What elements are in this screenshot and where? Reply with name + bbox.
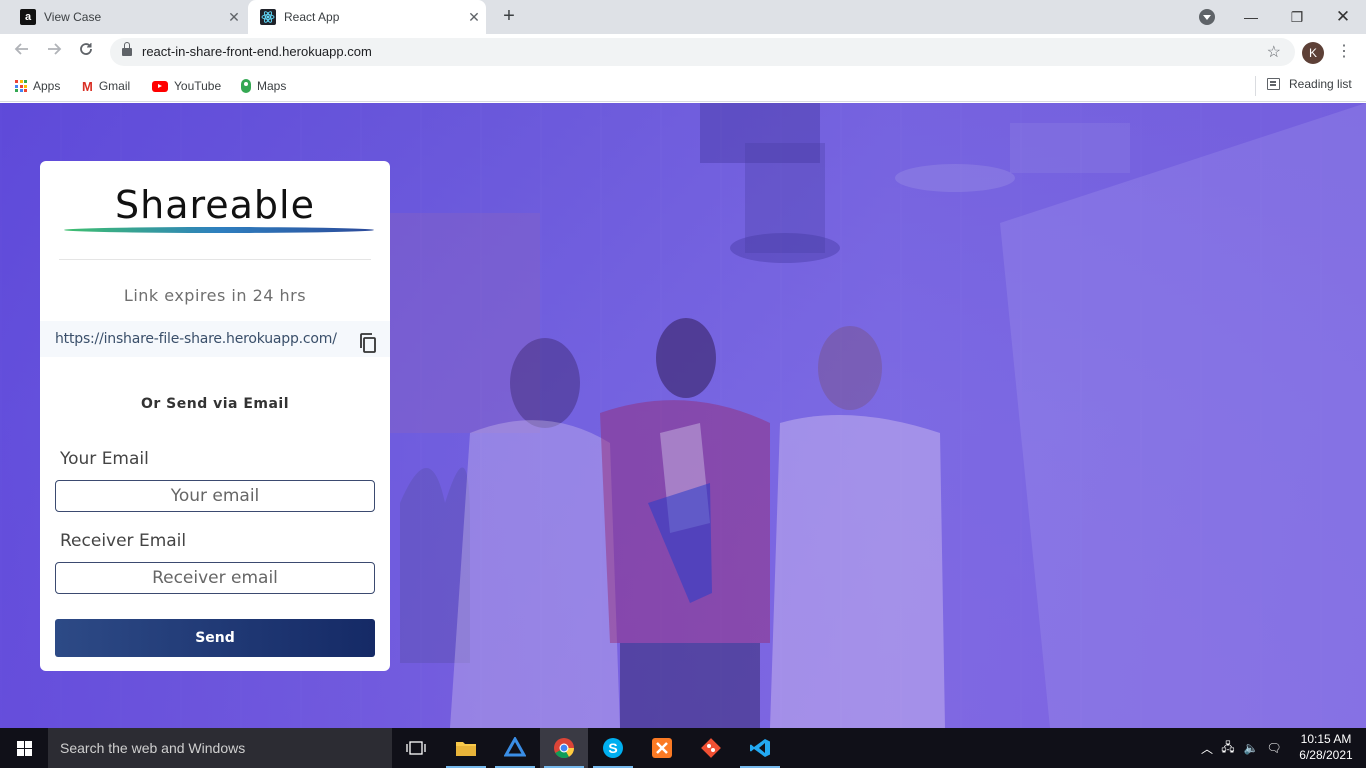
back-arrow-icon <box>14 43 28 55</box>
reload-icon <box>80 43 92 55</box>
git-button[interactable] <box>687 728 735 768</box>
vscode-icon <box>750 739 770 757</box>
vscode-button[interactable] <box>736 728 784 768</box>
window-controls: — ❐ ✕ <box>1228 0 1366 34</box>
triangle-app-icon <box>504 737 526 757</box>
app-logo: Shareable <box>114 183 315 227</box>
logo-underline <box>64 227 374 233</box>
svg-text:S: S <box>608 740 617 756</box>
bookmark-apps[interactable]: Apps <box>15 77 60 95</box>
xampp-icon <box>652 738 672 758</box>
taskbar-search[interactable]: Search the web and Windows <box>48 728 392 768</box>
system-clock[interactable]: 10:15 AM 6/28/2021 <box>1296 731 1356 763</box>
system-tray: ︿ 🖧 🔈 🗨 <box>1198 728 1286 768</box>
link-expiry-text: Link expires in 24 hrs <box>123 286 307 305</box>
address-bar[interactable]: react-in-share-front-end.herokuapp.com ☆ <box>110 38 1295 66</box>
chevron-up-icon[interactable]: ︿ <box>1198 740 1216 757</box>
tab-view-case[interactable]: a View Case ✕ <box>8 0 246 34</box>
clock-date: 6/28/2021 <box>1299 748 1353 762</box>
new-tab-button[interactable]: + <box>498 6 520 28</box>
network-icon[interactable]: 🖧 <box>1216 738 1240 759</box>
lock-icon[interactable] <box>122 42 132 57</box>
minimize-button[interactable]: — <box>1228 9 1274 25</box>
send-via-email-heading: Or Send via Email <box>140 396 290 412</box>
forward-button[interactable] <box>43 41 65 63</box>
close-icon[interactable]: ✕ <box>222 9 246 26</box>
apps-grid-icon <box>15 80 27 92</box>
close-icon[interactable]: ✕ <box>462 9 486 26</box>
maps-icon <box>241 79 251 93</box>
restore-button[interactable]: ❐ <box>1274 9 1320 26</box>
tab-strip: a View Case ✕ React App ✕ + — ❐ ✕ <box>0 0 1366 34</box>
bookmarks-bar: Apps M Gmail YouTube Maps Reading list <box>0 70 1366 102</box>
receiver-email-input[interactable] <box>55 562 375 594</box>
menu-dots-icon[interactable]: ⋮ <box>1336 42 1352 62</box>
reading-list-button[interactable]: Reading list <box>1267 77 1352 91</box>
tab-title: React App <box>284 10 340 24</box>
start-button[interactable] <box>0 728 48 768</box>
bookmark-star-icon[interactable]: ☆ <box>1267 42 1281 62</box>
bookmark-maps[interactable]: Maps <box>241 77 286 95</box>
folder-icon <box>456 742 476 756</box>
skype-button[interactable]: S <box>589 728 637 768</box>
divider <box>59 259 371 260</box>
share-link[interactable]: https://inshare-file-share.herokuapp.com… <box>55 331 337 347</box>
amazon-icon: a <box>20 9 36 25</box>
clock-time: 10:15 AM <box>1300 732 1352 746</box>
bookmark-separator <box>1255 76 1256 96</box>
bookmark-label: YouTube <box>174 79 222 93</box>
copy-icon[interactable] <box>358 332 378 354</box>
task-view-button[interactable] <box>392 728 440 768</box>
reading-list-icon <box>1267 78 1280 90</box>
back-button[interactable] <box>11 41 33 63</box>
notification-icon[interactable]: 🗨 <box>1262 741 1286 755</box>
volume-icon[interactable]: 🔈 <box>1240 741 1262 755</box>
browser-toolbar: react-in-share-front-end.herokuapp.com ☆… <box>0 34 1366 70</box>
xampp-button[interactable] <box>638 728 686 768</box>
share-link-box: https://inshare-file-share.herokuapp.com… <box>40 321 390 357</box>
bookmark-gmail[interactable]: M Gmail <box>82 77 130 95</box>
git-icon <box>701 738 721 758</box>
close-window-button[interactable]: ✕ <box>1320 7 1366 27</box>
reload-button[interactable] <box>75 41 97 63</box>
skype-icon: S <box>603 738 623 758</box>
profile-avatar[interactable]: K <box>1302 42 1324 64</box>
gmail-icon: M <box>82 78 93 94</box>
receiver-email-label: Receiver Email <box>60 531 187 551</box>
bookmark-label: Apps <box>33 79 61 93</box>
chrome-button[interactable] <box>540 728 588 768</box>
windows-taskbar: Search the web and Windows S ︿ 🖧 🔈 🗨 10:… <box>0 728 1366 768</box>
reading-list-label: Reading list <box>1289 77 1352 91</box>
react-icon <box>260 9 276 25</box>
file-explorer-button[interactable] <box>442 728 490 768</box>
your-email-label: Your Email <box>60 449 149 469</box>
your-email-input[interactable] <box>55 480 375 512</box>
url-text: react-in-share-front-end.herokuapp.com <box>142 44 372 59</box>
tab-search-icon[interactable] <box>1199 9 1215 25</box>
bookmark-youtube[interactable]: YouTube <box>152 77 221 95</box>
tab-react-app[interactable]: React App ✕ <box>248 0 486 34</box>
bookmark-label: Maps <box>257 79 287 93</box>
windows-logo-icon <box>16 740 32 756</box>
app-launcher-button[interactable] <box>491 728 539 768</box>
tab-title: View Case <box>44 10 102 24</box>
share-card: Shareable Link expires in 24 hrs https:/… <box>40 161 390 671</box>
chrome-icon <box>554 738 575 759</box>
forward-arrow-icon <box>48 43 62 55</box>
send-button[interactable]: Send <box>55 619 375 657</box>
bookmark-label: Gmail <box>98 79 131 93</box>
task-view-icon <box>406 741 426 755</box>
page-background: Shareable Link expires in 24 hrs https:/… <box>0 103 1366 728</box>
youtube-icon <box>152 80 168 92</box>
